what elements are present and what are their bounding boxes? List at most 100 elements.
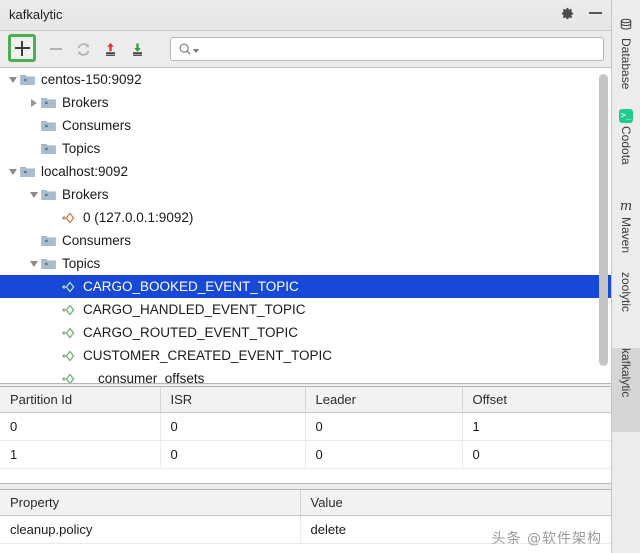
minimize-icon[interactable] <box>589 11 602 14</box>
download-arrow-icon <box>132 43 142 56</box>
topic-icon <box>62 373 77 383</box>
table-cell: 0 <box>305 440 463 469</box>
scrollbar-thumb[interactable] <box>599 74 608 366</box>
tree-row[interactable]: Brokers <box>0 91 612 114</box>
database-icon <box>619 18 633 35</box>
tree-node-label: 0 (127.0.0.1:9092) <box>83 210 194 225</box>
tool-strip-tab-label: Database <box>619 38 633 90</box>
column-header[interactable]: Value <box>300 490 612 516</box>
tree-row[interactable]: CUSTOMER_CREATED_EVENT_TOPIC <box>0 344 612 367</box>
tree-node-label: Topics <box>62 256 101 271</box>
tool-strip-tab-label: zoolytic <box>619 272 633 313</box>
folder-icon <box>41 234 56 247</box>
gear-icon[interactable] <box>560 6 575 21</box>
column-header[interactable]: ISR <box>160 387 306 413</box>
tree-row[interactable]: Topics <box>0 137 612 160</box>
page-title: kafkalytic <box>9 7 63 22</box>
table-cell: 0 <box>0 412 161 441</box>
folder-icon <box>41 257 56 270</box>
tree-node-label: CARGO_BOOKED_EVENT_TOPIC <box>83 279 299 294</box>
tree-row[interactable]: Topics <box>0 252 612 275</box>
tree-row[interactable]: Consumers <box>0 114 612 137</box>
collapse-arrow-icon[interactable] <box>6 160 20 183</box>
tree-row[interactable]: CARGO_HANDLED_EVENT_TOPIC <box>0 298 612 321</box>
tree-node-label: CUSTOMER_CREATED_EVENT_TOPIC <box>83 348 333 363</box>
tree-node-label: Topics <box>62 141 101 156</box>
table-header-row: Property Value <box>0 490 612 516</box>
tree-row[interactable]: localhost:9092 <box>0 160 612 183</box>
collapse-arrow-icon[interactable] <box>6 68 20 91</box>
collapse-arrow-icon[interactable] <box>27 183 41 206</box>
column-header[interactable]: Partition Id <box>0 387 161 413</box>
table-header-row: Partition Id ISR Leader Offset <box>0 387 612 413</box>
tree-row[interactable]: Brokers <box>0 183 612 206</box>
folder-icon <box>41 96 56 109</box>
refresh-icon <box>77 42 89 56</box>
titlebar-actions <box>560 6 602 21</box>
tree-node-label: Brokers <box>62 95 109 110</box>
collapse-arrow-icon[interactable] <box>27 252 41 275</box>
remove-button[interactable] <box>43 36 69 62</box>
tool-strip-tab-kafkalytic[interactable]: kafkalytic <box>612 348 640 432</box>
column-header[interactable]: Leader <box>305 387 463 413</box>
tree-vertical-scrollbar[interactable] <box>599 74 608 370</box>
table-row[interactable]: 1000 <box>0 440 612 469</box>
table-row[interactable]: cleanup.policy delete <box>0 515 612 544</box>
tool-window-titlebar: kafkalytic <box>0 0 612 31</box>
tool-strip-tab-codota[interactable]: >_ Codota <box>612 105 640 191</box>
refresh-button[interactable] <box>70 36 96 62</box>
tool-strip-tab-database[interactable]: Database <box>612 14 640 100</box>
tree-node-label: CARGO_HANDLED_EVENT_TOPIC <box>83 302 306 317</box>
search-input[interactable] <box>170 37 604 61</box>
table-cell: 1 <box>0 440 161 469</box>
tree-row[interactable]: Consumers <box>0 229 612 252</box>
table-row[interactable]: 0001 <box>0 412 612 441</box>
partitions-table-panel: Partition Id ISR Leader Offset 00011000 <box>0 386 612 484</box>
tree-row[interactable]: 0 (127.0.0.1:9092) <box>0 206 612 229</box>
expand-arrow-icon[interactable] <box>27 91 41 114</box>
tree-row[interactable]: CARGO_ROUTED_EVENT_TOPIC <box>0 321 612 344</box>
plus-icon <box>14 40 30 56</box>
tree-node-label: Consumers <box>62 233 132 248</box>
add-cluster-button[interactable] <box>8 34 36 62</box>
tool-strip-tab-maven[interactable]: m Maven <box>612 196 640 268</box>
table-cell: 0 <box>462 440 612 469</box>
table-cell: delete <box>300 515 612 544</box>
tool-strip-tab-zoolytic[interactable]: zoolytic <box>612 272 640 344</box>
table-cell: cleanup.policy <box>0 515 301 544</box>
toolbar <box>0 31 612 68</box>
upload-arrow-icon <box>105 42 115 56</box>
minus-icon <box>50 48 62 50</box>
kafkalytic-tool-window: kafkalytic centos-150:9092 Brokers Consu… <box>0 0 640 553</box>
tree-node-label: Brokers <box>62 187 109 202</box>
codota-icon: >_ <box>619 109 633 123</box>
chevron-down-icon[interactable] <box>193 49 199 53</box>
column-header[interactable]: Property <box>0 490 301 516</box>
properties-table: Property Value cleanup.policy delete <box>0 490 612 544</box>
consume-message-button[interactable] <box>124 36 150 62</box>
folder-icon <box>20 73 35 86</box>
table-cell: 0 <box>305 412 463 441</box>
tree-row[interactable]: centos-150:9092 <box>0 68 612 91</box>
topic-icon <box>62 304 77 316</box>
tree-row[interactable]: __consumer_offsets <box>0 367 612 383</box>
table-cell: 0 <box>160 412 306 441</box>
publish-message-button[interactable] <box>97 36 123 62</box>
column-header[interactable]: Offset <box>462 387 612 413</box>
tree-node-label: localhost:9092 <box>41 164 129 179</box>
folder-icon <box>41 119 56 132</box>
tool-strip-tab-label: Maven <box>619 217 633 254</box>
tree-node-label: centos-150:9092 <box>41 72 142 87</box>
table-cell: 0 <box>160 440 306 469</box>
folder-icon <box>41 188 56 201</box>
cluster-tree[interactable]: centos-150:9092 Brokers Consumers Topics loc… <box>0 68 612 384</box>
tree-row[interactable]: CARGO_BOOKED_EVENT_TOPIC <box>0 275 612 298</box>
tool-strip-tab-label: kafkalytic <box>619 348 633 398</box>
